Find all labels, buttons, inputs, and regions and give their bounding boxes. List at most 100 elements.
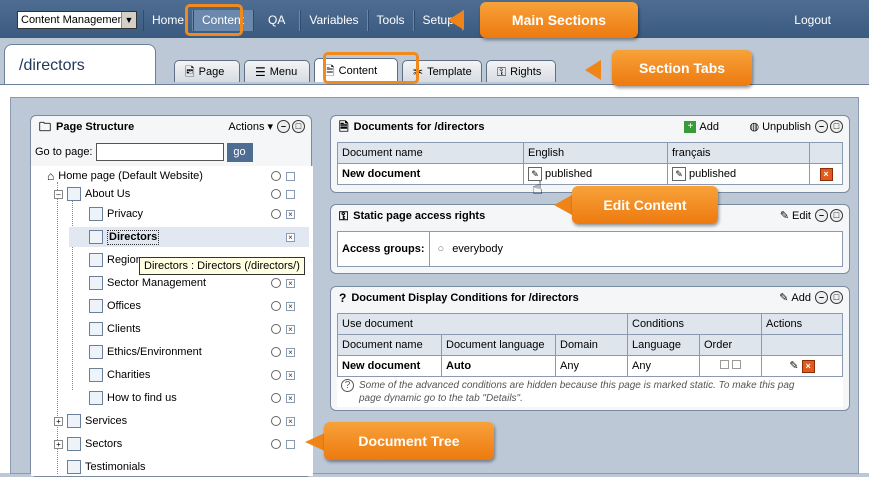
tree-item-ethics[interactable]: Ethics/Environment — [89, 342, 202, 362]
publish-checkbox[interactable]: × — [286, 325, 295, 334]
edit-document-icon[interactable]: ✎ — [672, 167, 686, 181]
unpublish-button[interactable]: ◍ Unpublish — [749, 116, 811, 138]
publish-radio[interactable] — [271, 347, 281, 357]
tab-page-label: Page — [198, 65, 225, 78]
display-conditions-table: Use document Conditions Actions Document… — [337, 313, 843, 377]
tree-item-sector-management[interactable]: Sector Management — [89, 273, 206, 293]
folder-page-icon — [67, 187, 81, 201]
publish-checkbox[interactable] — [286, 172, 295, 181]
publish-radio[interactable] — [271, 301, 281, 311]
tree-item-label: Clients — [107, 323, 141, 335]
minimize-icon[interactable]: – — [277, 120, 290, 133]
logout-link[interactable]: Logout — [794, 13, 831, 27]
collapse-icon[interactable]: – — [54, 189, 63, 199]
home-icon: ⌂ — [47, 169, 55, 183]
tree-item-services[interactable]: + Services — [54, 411, 127, 431]
access-groups-value: everybody — [452, 243, 503, 255]
go-button[interactable]: go — [226, 142, 253, 162]
edit-rights-button[interactable]: ✎ Edit — [780, 205, 811, 227]
documents-header: 🗎 Documents for /directors + Add ◍ Unpub… — [331, 116, 849, 138]
edit-icon[interactable]: ✎ — [789, 360, 798, 372]
nav-variables[interactable]: Variables — [300, 10, 368, 31]
publish-radio[interactable] — [271, 416, 281, 426]
expand-icon[interactable]: + — [54, 416, 63, 426]
column-header: Document name — [337, 334, 442, 356]
actions-menu[interactable]: Actions ▾ — [228, 116, 273, 138]
publish-radio[interactable] — [271, 370, 281, 380]
tree-item-region[interactable]: Region — [89, 250, 142, 270]
maximize-icon[interactable]: □ — [830, 120, 843, 133]
nav-tools[interactable]: Tools — [367, 10, 414, 31]
expand-icon[interactable]: + — [54, 439, 63, 449]
minimize-icon[interactable]: – — [815, 120, 828, 133]
publish-radio[interactable] — [271, 189, 281, 199]
nav-qa[interactable]: QA — [253, 10, 301, 31]
tree-item-testimonials[interactable]: Testimonials — [67, 457, 146, 476]
tab-rights-label: Rights — [510, 65, 542, 78]
unpublish-label: Unpublish — [762, 121, 811, 133]
tree-item-how-to-find-us[interactable]: How to find us — [89, 388, 177, 408]
publish-checkbox[interactable]: × — [286, 302, 295, 311]
delete-icon[interactable]: × — [819, 167, 833, 181]
tree-item-label: About Us — [85, 188, 131, 200]
folder-icon: 🗀 — [39, 120, 52, 134]
document-name-cell[interactable]: New document — [337, 163, 524, 185]
publish-checkbox[interactable] — [286, 440, 295, 449]
page-node-icon — [89, 368, 103, 382]
tab-rights[interactable]: ⚿ Rights — [486, 60, 556, 82]
info-icon: ? — [341, 379, 354, 392]
page-node-icon — [67, 437, 81, 451]
order-up-checkbox[interactable] — [719, 360, 729, 369]
order-down-checkbox[interactable] — [732, 360, 742, 369]
delete-icon[interactable]: × — [801, 360, 815, 373]
column-header: Document language — [441, 334, 556, 356]
publish-radio[interactable] — [271, 393, 281, 403]
english-cell[interactable]: ✎ published — [523, 163, 668, 185]
tree-item-directors[interactable]: Directors — [69, 227, 309, 247]
english-status: published — [545, 167, 593, 180]
tree-item-privacy[interactable]: Privacy — [89, 204, 143, 224]
lock-icon: ⚿ — [339, 209, 349, 223]
tree-item-about-us[interactable]: – About Us — [54, 184, 130, 204]
publish-radio[interactable] — [271, 209, 281, 219]
folder-page-icon — [89, 322, 103, 336]
app-mode-select[interactable]: Content Managemen ▼ — [17, 11, 137, 29]
publish-checkbox[interactable]: × — [286, 210, 295, 219]
tree-item-label: Directors — [107, 229, 160, 245]
tree-item-home[interactable]: ⌂ Home page (Default Website) — [47, 166, 203, 186]
tree-item-charities[interactable]: Charities — [89, 365, 150, 385]
add-document-button[interactable]: + Add — [684, 116, 719, 138]
maximize-icon[interactable]: □ — [292, 120, 305, 133]
publish-checkbox[interactable]: × — [286, 348, 295, 357]
tab-menu[interactable]: ☰ Menu — [244, 60, 310, 82]
menu-icon: ☰ — [255, 64, 266, 79]
tree-item-clients[interactable]: Clients — [89, 319, 141, 339]
tab-page[interactable]: 🖻 Page — [174, 60, 240, 82]
publish-radio[interactable] — [271, 171, 281, 181]
tree-item-label: Sectors — [85, 438, 123, 450]
maximize-icon[interactable]: □ — [830, 291, 843, 304]
publish-checkbox[interactable]: × — [286, 394, 295, 403]
tree-item-offices[interactable]: Offices — [89, 296, 141, 316]
publish-checkbox[interactable]: × — [286, 279, 295, 288]
publish-checkbox[interactable] — [286, 190, 295, 199]
add-condition-button[interactable]: ✎ Add — [779, 287, 811, 309]
goto-input[interactable] — [95, 143, 224, 161]
francais-cell[interactable]: ✎ published — [667, 163, 810, 185]
minimize-icon[interactable]: – — [815, 291, 828, 304]
maximize-icon[interactable]: □ — [830, 209, 843, 222]
minimize-icon[interactable]: – — [815, 209, 828, 222]
page-structure-header: 🗀 Page Structure Actions ▾ – □ — [31, 116, 311, 138]
column-header-empty — [809, 142, 843, 164]
panel-controls: – □ — [815, 120, 843, 133]
publish-radio[interactable] — [271, 324, 281, 334]
group-header: Conditions — [627, 313, 762, 335]
condition-actions-cell: ✎ × — [761, 355, 843, 377]
publish-radio[interactable] — [271, 439, 281, 449]
tree-item-sectors[interactable]: + Sectors — [54, 434, 122, 454]
publish-checkbox[interactable]: × — [286, 233, 295, 242]
publish-checkbox[interactable]: × — [286, 371, 295, 380]
publish-radio[interactable] — [271, 278, 281, 288]
publish-checkbox[interactable]: × — [286, 417, 295, 426]
chevron-down-icon[interactable]: ▼ — [121, 12, 136, 28]
